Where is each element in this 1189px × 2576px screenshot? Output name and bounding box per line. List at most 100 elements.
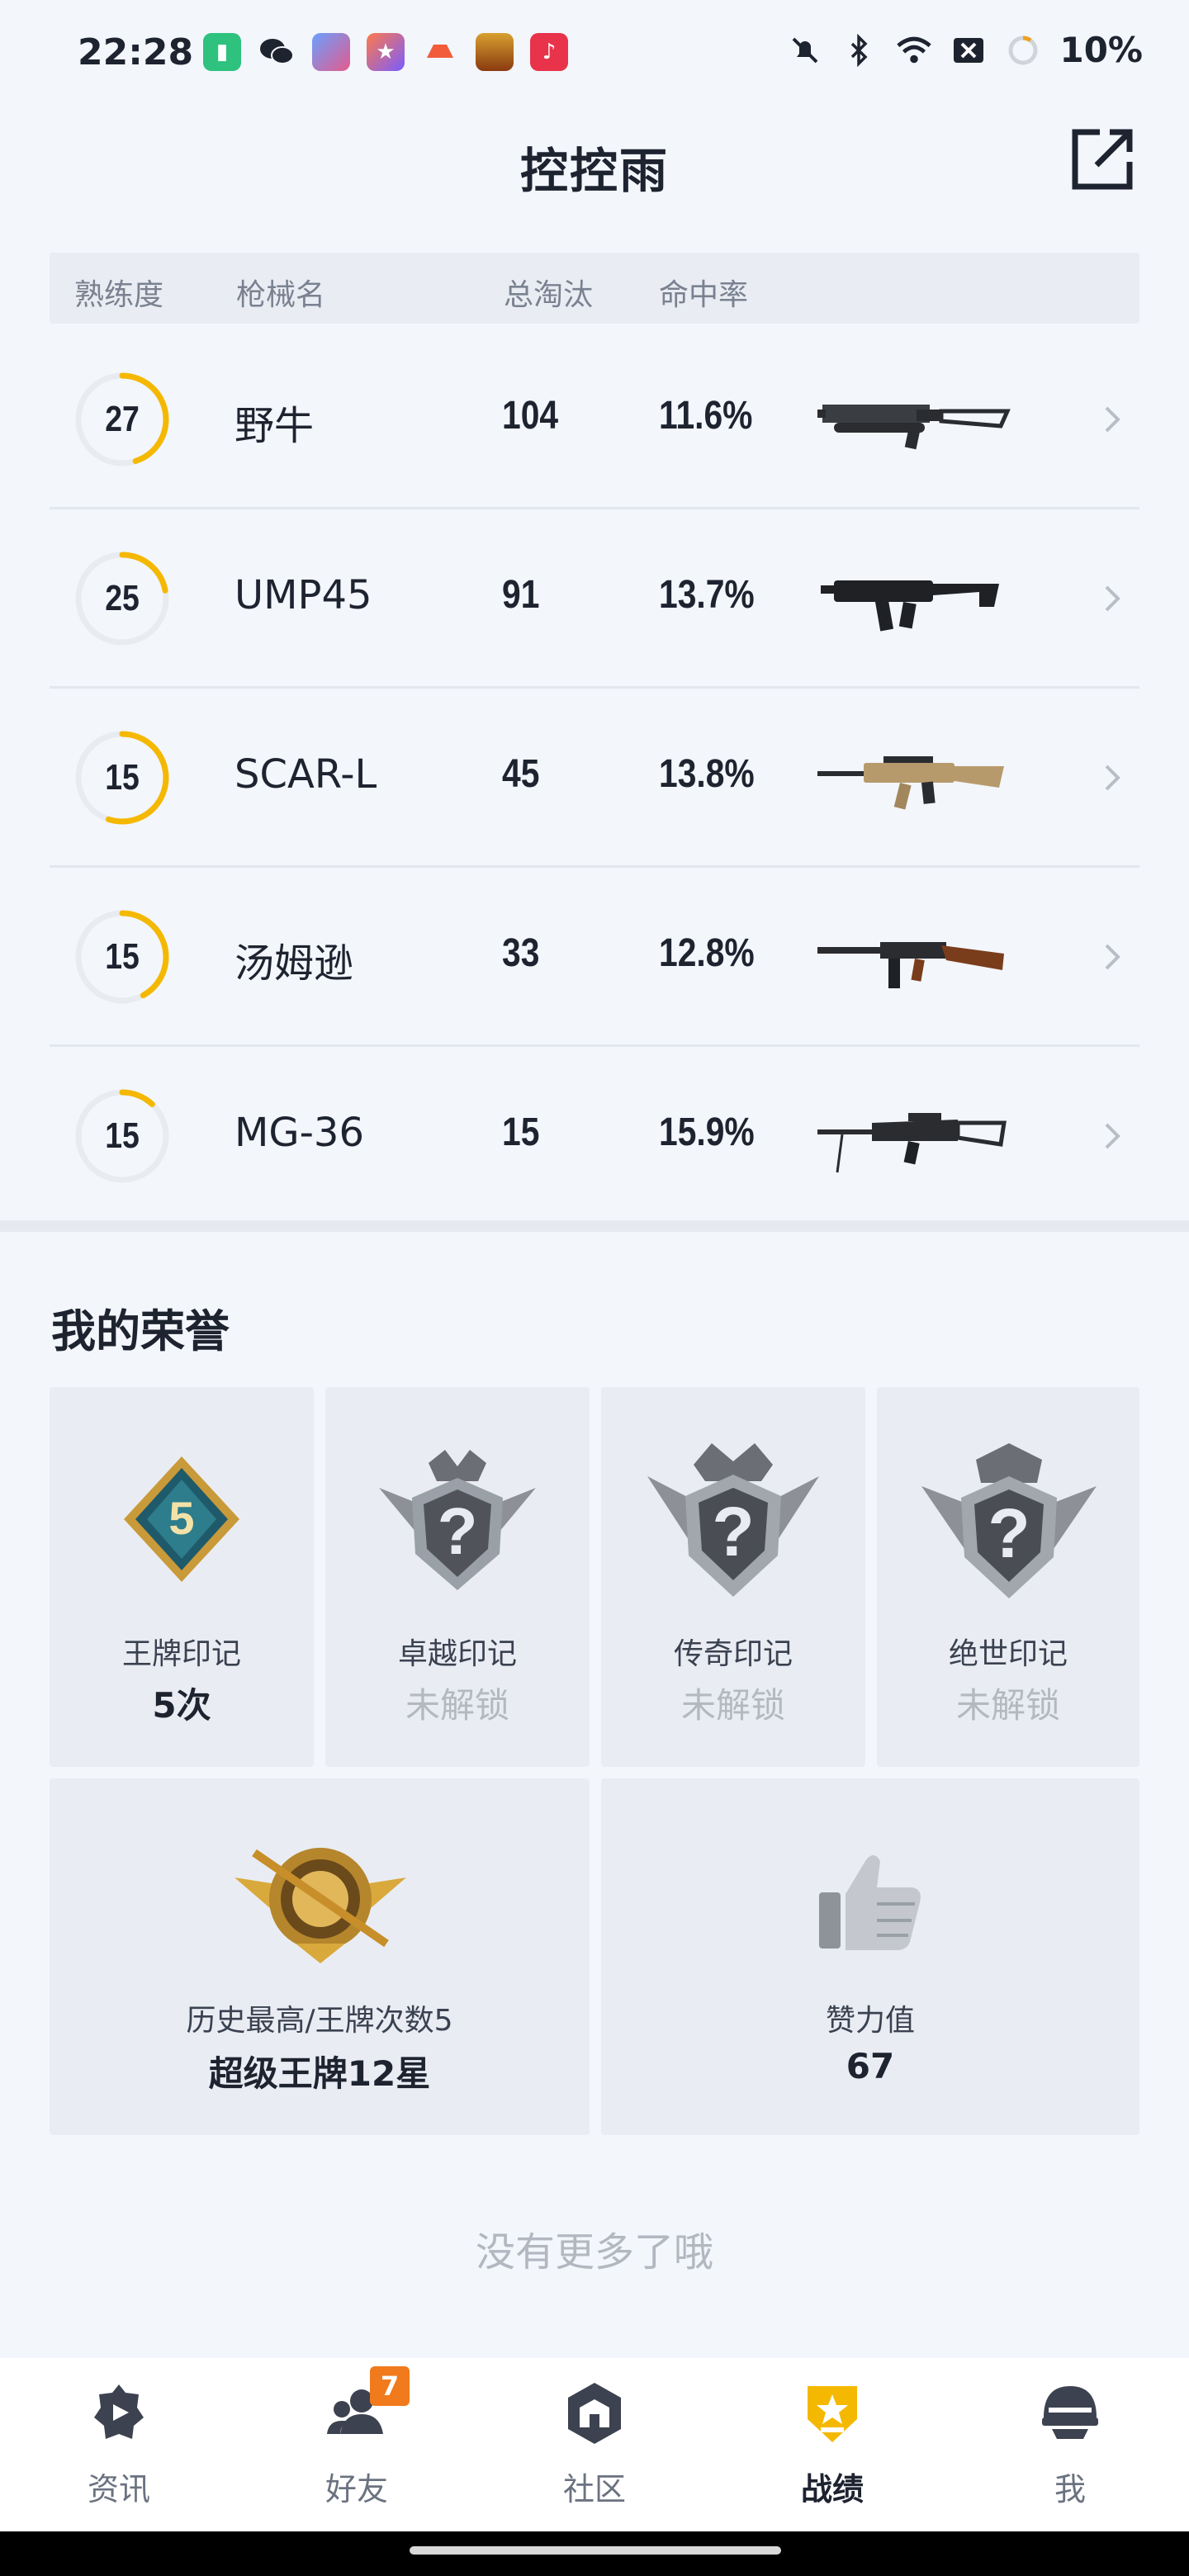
table-row[interactable]: 15 MG-36 15 15.9%: [50, 1047, 1139, 1224]
battery-saver-icon: ▮: [203, 33, 241, 71]
mastery-level: 25: [105, 578, 140, 618]
mastery-level: 27: [105, 399, 140, 439]
mastery-level: 15: [105, 757, 140, 798]
locked-legend-mark-icon: ?: [647, 1443, 819, 1597]
chevron-right-icon[interactable]: [1100, 1120, 1125, 1153]
weapon-kills: 91: [502, 573, 540, 617]
likes-value: 67: [846, 2046, 895, 2086]
mastery-level: 15: [105, 936, 140, 977]
ace-mark-icon: 5: [124, 1456, 239, 1582]
mastery-level: 15: [105, 1115, 140, 1156]
tab-label: 战绩: [800, 2471, 864, 2507]
tab-record[interactable]: 战绩: [713, 2358, 951, 2531]
table-row[interactable]: 27 野牛 104 11.6%: [50, 330, 1139, 509]
tab-label: 好友: [324, 2471, 388, 2507]
system-status: 10%: [787, 30, 1143, 70]
ace-badge-number: 5: [168, 1492, 194, 1544]
status-bar: 22:28 ▮ ★ ♪ 10%: [0, 0, 1189, 116]
locked-peerless-mark-icon: ?: [921, 1443, 1097, 1598]
tab-me[interactable]: 我: [951, 2358, 1189, 2531]
notification-icons: ▮ ★ ♪: [203, 33, 568, 71]
home-indicator[interactable]: [410, 2546, 781, 2555]
honor-value: 5次: [152, 1685, 211, 1726]
weapon-name: SCAR-L: [234, 751, 377, 798]
weapon-kills: 33: [502, 931, 540, 975]
game-icon: [312, 33, 350, 71]
table-row[interactable]: 15 汤姆逊 33 12.8%: [50, 868, 1139, 1047]
thompson-gun-icon: [817, 942, 1004, 988]
tab-label: 社区: [562, 2471, 626, 2507]
page-title: 控控雨: [519, 143, 669, 199]
svg-text:?: ?: [712, 1493, 754, 1570]
community-icon: [568, 2383, 621, 2444]
news-icon: [94, 2384, 144, 2439]
music-icon: ♪: [530, 33, 568, 71]
likes-label: 赞力值: [825, 2004, 915, 2038]
honor-label: 传奇印记: [673, 1637, 793, 1671]
wifi-icon: [896, 32, 932, 69]
chevron-right-icon[interactable]: [1100, 582, 1125, 615]
end-of-list-text: 没有更多了哦: [475, 2229, 713, 2275]
x-box-icon: [950, 32, 987, 69]
weapon-name: 野牛: [234, 403, 315, 449]
super-ace-rank-icon: [234, 1848, 406, 1963]
chevron-right-icon[interactable]: [1100, 761, 1125, 794]
section-divider: [0, 1220, 1189, 1232]
honor-label: 卓越印记: [397, 1637, 517, 1671]
highest-rank-label: 历史最高/王牌次数5: [186, 2004, 453, 2038]
chevron-right-icon[interactable]: [1100, 403, 1125, 436]
bizon-gun-icon: [817, 405, 1011, 450]
weapon-kills: 104: [502, 394, 559, 438]
friends-badge: 7: [370, 2366, 410, 2406]
weapon-accuracy: 13.8%: [659, 752, 755, 796]
honor-card-peerless[interactable]: ? 绝世印记 未解锁: [877, 1387, 1139, 1767]
tab-friends[interactable]: 7 好友: [238, 2358, 476, 2531]
honor-label: 王牌印记: [121, 1637, 241, 1671]
weapon-name: MG-36: [234, 1110, 365, 1156]
weapon-kills: 45: [502, 752, 540, 796]
game-controller-icon: [421, 33, 459, 71]
locked-excellence-mark-icon: ?: [379, 1450, 536, 1590]
honor-card-ace[interactable]: 5 王牌印记 5次: [50, 1387, 314, 1767]
honor-card-excellence[interactable]: ? 卓越印记 未解锁: [325, 1387, 590, 1767]
record-icon: [808, 2386, 857, 2442]
bluetooth-icon: [841, 32, 878, 69]
weapon-name: UMP45: [234, 572, 372, 618]
svg-text:?: ?: [988, 1494, 1030, 1572]
honor-card-highest-rank[interactable]: 历史最高/王牌次数5 超级王牌12星: [50, 1778, 590, 2135]
share-button[interactable]: [1068, 125, 1136, 193]
weapon-accuracy: 12.8%: [659, 931, 755, 975]
honor-value: 未解锁: [955, 1685, 1060, 1726]
external-link-icon: [1072, 129, 1133, 190]
ump45-gun-icon: [821, 580, 999, 632]
column-accuracy: 命中率: [659, 278, 749, 312]
honors-title: 我的荣誉: [51, 1305, 230, 1357]
tab-label: 我: [1054, 2471, 1086, 2507]
weapon-list: 27 野牛 104 11.6% 25 UMP45 91 13.7% 15 SCA…: [50, 330, 1139, 1224]
table-row[interactable]: 25 UMP45 91 13.7%: [50, 509, 1139, 689]
mg36-gun-icon: [817, 1113, 1007, 1173]
weapon-accuracy: 13.7%: [659, 573, 755, 617]
honor-card-legend[interactable]: ? 传奇印记 未解锁: [601, 1387, 865, 1767]
battery-percent: 10%: [1059, 30, 1143, 70]
table-header: 熟练度 枪械名 总淘汰 命中率: [50, 253, 1139, 324]
battery-ring-icon: [1005, 32, 1041, 69]
honor-value: 未解锁: [680, 1685, 785, 1726]
weapon-accuracy: 15.9%: [659, 1110, 755, 1154]
peace-elite-icon: [476, 33, 514, 71]
star-app-icon: ★: [367, 33, 405, 71]
helmet-icon: [1042, 2386, 1098, 2439]
tab-news[interactable]: 资讯: [0, 2358, 238, 2531]
highest-rank-value: 超级王牌12星: [208, 2053, 431, 2094]
tab-label: 资讯: [87, 2471, 150, 2507]
status-time: 22:28: [78, 31, 194, 73]
mute-bell-icon: [787, 32, 823, 69]
table-row[interactable]: 15 SCAR-L 45 13.8%: [50, 689, 1139, 868]
weapon-accuracy: 11.6%: [659, 394, 753, 438]
thumbs-up-icon: [819, 1855, 921, 1950]
tab-community[interactable]: 社区: [476, 2358, 713, 2531]
chevron-right-icon[interactable]: [1100, 940, 1125, 973]
honor-card-likes[interactable]: 赞力值 67: [601, 1778, 1139, 2135]
wechat-icon: [258, 33, 296, 71]
weapon-name: 汤姆逊: [234, 940, 354, 987]
